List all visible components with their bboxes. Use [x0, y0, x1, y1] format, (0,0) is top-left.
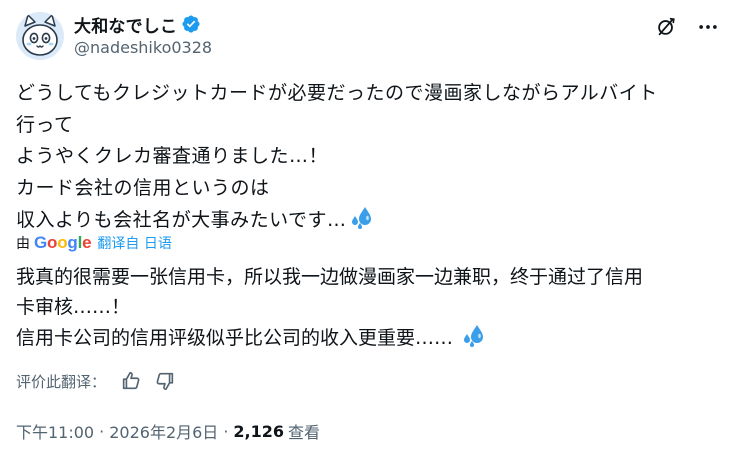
tweet-header: 大和なでしこ @nadeshiko0328: [16, 10, 725, 60]
avatar[interactable]: [16, 12, 64, 60]
user-handle[interactable]: @nadeshiko0328: [74, 38, 212, 57]
header-actions: [655, 16, 719, 38]
original-line-3: ようやくクレカ審査通りました…！: [16, 145, 329, 167]
thumbs-up-icon[interactable]: [120, 370, 142, 392]
tweet-detail: 大和なでしこ @nadeshiko0328 どうしてもクレジットカードが必要だっ…: [0, 0, 735, 456]
original-line-5-text: 収入よりも会社名が大事みたいです…: [16, 209, 347, 231]
tweet-meta: 下午11:00 · 2026年2月6日 · 2,126 查看: [16, 418, 320, 444]
tweet-time[interactable]: 下午11:00: [16, 419, 94, 443]
translated-line-3-text: 信用卡公司的信用评级似乎比公司的收入更重要……: [16, 327, 454, 349]
grok-icon[interactable]: [655, 16, 677, 38]
more-options-icon[interactable]: [697, 16, 719, 38]
tweet-original-text: どうしてもクレジットカードが必要だったので漫画家しながらアルバイト 行って よう…: [16, 78, 726, 237]
tweet-date[interactable]: 2026年2月6日: [109, 419, 218, 443]
google-logo: Google: [34, 233, 92, 252]
meta-separator: ·: [223, 421, 229, 441]
display-name-row: 大和なでしこ: [74, 12, 212, 37]
translated-line-1: 我真的很需要一张信用卡，所以我一边做漫画家一边兼职，终于通过了信用: [16, 266, 644, 288]
translated-line-3: 信用卡公司的信用评级似乎比公司的收入更重要……: [16, 322, 726, 353]
tweet-translated-text: 我真的很需要一张信用卡，所以我一边做漫画家一边兼职，终于通过了信用 卡审核……！…: [16, 262, 726, 353]
translated-from-link[interactable]: 翻译自 日语: [97, 233, 171, 253]
user-block[interactable]: 大和なでしこ @nadeshiko0328: [74, 13, 212, 57]
translated-line-2: 卡审核……！: [16, 296, 131, 318]
thumbs-down-icon[interactable]: [154, 370, 176, 392]
original-line-1: どうしてもクレジットカードが必要だったので漫画家しながらアルバイト: [16, 82, 658, 104]
cat-avatar-icon: [16, 12, 64, 60]
translated-by-label: 由: [16, 236, 30, 252]
original-line-2: 行って: [16, 113, 74, 136]
verified-badge-icon: [182, 15, 200, 33]
views-label: 查看: [288, 423, 321, 442]
original-line-4: カード会社の信用というのは: [16, 176, 270, 199]
rate-translation: 评价此翻译：: [16, 368, 188, 394]
display-name[interactable]: 大和なでしこ: [74, 12, 177, 37]
views-count: 2,126: [233, 421, 285, 441]
meta-separator: ·: [99, 421, 105, 441]
sweat-droplets-icon: [351, 207, 371, 229]
sweat-droplets-icon: [464, 325, 484, 347]
translation-attribution: 由 Google 翻译自 日语: [16, 230, 172, 256]
rate-translation-label: 评价此翻译：: [16, 372, 107, 391]
